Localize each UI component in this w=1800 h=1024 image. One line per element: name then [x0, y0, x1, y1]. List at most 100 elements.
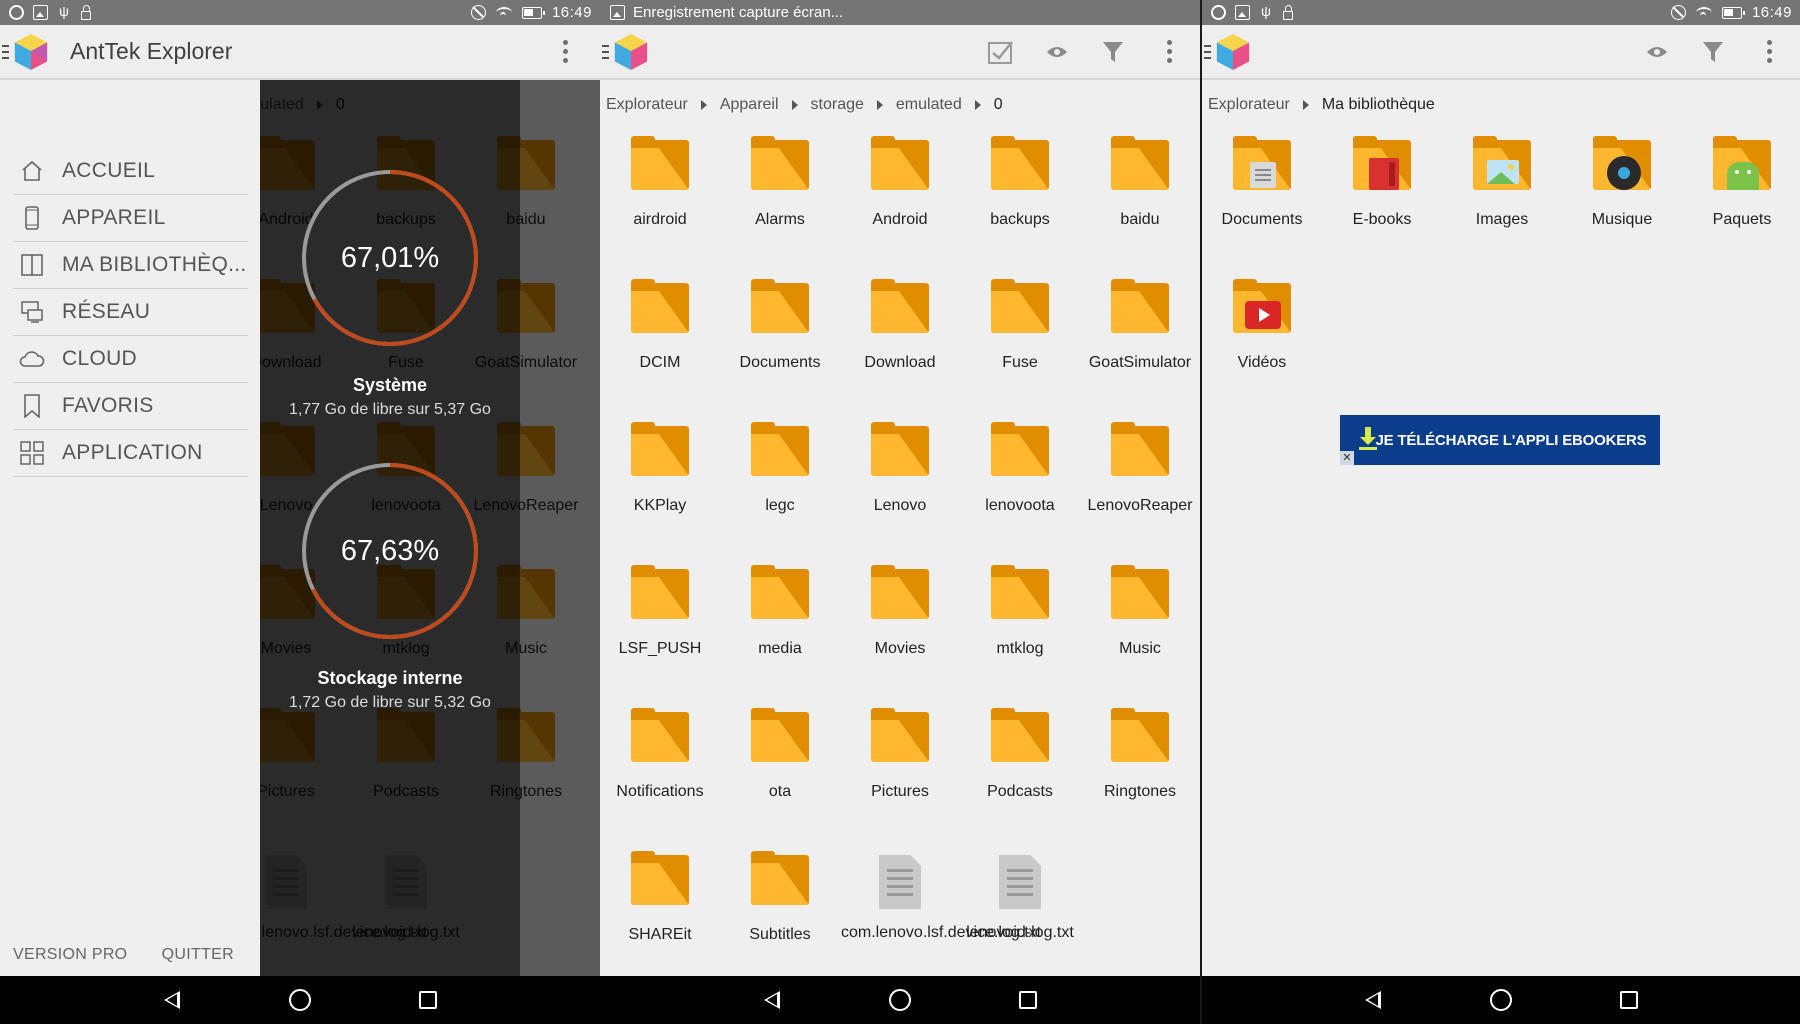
nav-recents-button[interactable] — [364, 991, 492, 1009]
drawer-item-label: ACCUEIL — [62, 159, 156, 182]
storage-internal[interactable]: 67,63% Stockage interne 1,72 Go de libre… — [260, 446, 520, 712]
folder-item[interactable]: legc — [720, 422, 840, 569]
folder-item[interactable]: Fuse — [960, 279, 1080, 426]
folder-item[interactable]: media — [720, 565, 840, 712]
battery-icon — [521, 6, 545, 19]
cloud-icon — [19, 346, 45, 372]
drawer-item-ma-bibliothèq[interactable]: MA BIBLIOTHÈQ... — [13, 242, 248, 289]
version-pro-button[interactable]: VERSION PRO — [13, 946, 127, 964]
folder-item[interactable]: mtklog — [960, 565, 1080, 712]
folder-item[interactable]: Alarms — [720, 136, 840, 283]
ad-banner[interactable]: JE TÉLÉCHARGE L'APPLI EBOOKERS ✕ — [1340, 415, 1660, 465]
quit-button[interactable]: QUITTER — [162, 946, 234, 964]
folder-item[interactable]: KKPlay — [600, 422, 720, 569]
crumb[interactable]: emulated — [896, 96, 962, 114]
drawer-item-application[interactable]: APPLICATION — [13, 430, 248, 477]
item-name: Podcasts — [987, 783, 1053, 800]
nav-recents-button[interactable] — [964, 991, 1092, 1009]
folder-icon — [871, 279, 929, 333]
notification-text: Enregistrement capture écran... — [633, 4, 844, 21]
crumb[interactable]: Explorateur — [606, 96, 688, 114]
nav-recents-button[interactable] — [1565, 991, 1693, 1009]
drawer-item-réseau[interactable]: RÉSEAU — [13, 289, 248, 336]
folder-item[interactable]: Podcasts — [960, 708, 1080, 855]
filter-icon[interactable] — [1698, 37, 1728, 67]
menu-icon[interactable] — [2, 44, 9, 59]
library-item[interactable]: Musique — [1562, 136, 1682, 283]
drawer-item-accueil[interactable]: ACCUEIL — [13, 148, 248, 195]
system-nav-bar — [600, 976, 1200, 1024]
panel-explorer: Enregistrement capture écran... Explorat… — [600, 0, 1200, 1024]
status-time: 16:49 — [551, 4, 592, 21]
folder-item[interactable]: backups — [960, 136, 1080, 283]
folder-item[interactable]: Ringtones — [1080, 708, 1200, 855]
library-item[interactable]: Paquets — [1682, 136, 1800, 283]
folder-item[interactable]: GoatSimulator — [1080, 279, 1200, 426]
storage-name: Stockage interne — [317, 668, 463, 688]
storage-system[interactable]: 67,01% Système 1,77 Go de libre sur 5,37… — [260, 153, 520, 419]
crumb[interactable]: Explorateur — [1208, 96, 1290, 114]
item-name: Fuse — [1002, 354, 1038, 371]
folder-item[interactable]: Documents — [720, 279, 840, 426]
text-file-icon — [879, 855, 921, 909]
drawer-scrim-edge[interactable] — [520, 80, 600, 976]
crumb[interactable]: Appareil — [720, 96, 779, 114]
folder-item[interactable]: Lenovo — [840, 422, 960, 569]
menu-icon[interactable] — [1204, 44, 1211, 59]
crumb[interactable]: 0 — [994, 96, 1003, 114]
folder-item[interactable]: Notifications — [600, 708, 720, 855]
folder-icon — [631, 851, 689, 905]
overflow-menu-icon[interactable] — [550, 37, 580, 67]
library-icon — [19, 252, 45, 278]
library-item[interactable]: Documents — [1202, 136, 1322, 283]
folder-item[interactable]: Android — [840, 136, 960, 283]
select-all-icon[interactable] — [986, 37, 1016, 67]
crumb[interactable]: Ma bibliothèque — [1322, 96, 1435, 114]
overflow-menu-icon[interactable] — [1754, 37, 1784, 67]
library-item[interactable]: Vidéos — [1202, 279, 1322, 426]
library-item[interactable]: Images — [1442, 136, 1562, 283]
drawer-item-appareil[interactable]: APPAREIL — [13, 195, 248, 242]
overflow-menu-icon[interactable] — [1154, 37, 1184, 67]
drawer-item-cloud[interactable]: CLOUD — [13, 336, 248, 383]
folder-item[interactable]: LenovoReaper — [1080, 422, 1200, 569]
folder-item[interactable]: Pictures — [840, 708, 960, 855]
folder-item[interactable]: Music — [1080, 565, 1200, 712]
visibility-icon[interactable] — [1042, 37, 1072, 67]
drawer-item-favoris[interactable]: FAVORIS — [13, 383, 248, 430]
item-name: backups — [990, 211, 1050, 228]
menu-icon[interactable] — [602, 44, 609, 59]
item-name: KKPlay — [633, 497, 687, 514]
item-name: com.lenovo.lsf.device.log.txt — [841, 924, 1042, 941]
nav-back-button[interactable] — [1309, 991, 1437, 1009]
drawer-footer: VERSION PRO QUITTER — [13, 946, 248, 964]
crumb[interactable]: storage — [811, 96, 864, 114]
ad-close-icon[interactable]: ✕ — [1340, 451, 1354, 465]
item-name: lenovoid-log.txt — [966, 924, 1074, 941]
screenshot-notification-icon — [610, 5, 625, 20]
nav-back-button[interactable] — [708, 991, 836, 1009]
nav-home-button[interactable] — [836, 989, 964, 1011]
nav-home-button[interactable] — [236, 989, 364, 1011]
system-nav-bar — [1202, 976, 1800, 1024]
apps-grid-icon — [19, 440, 45, 466]
folder-item[interactable]: Download — [840, 279, 960, 426]
filter-icon[interactable] — [1098, 37, 1128, 67]
folder-item[interactable]: ota — [720, 708, 840, 855]
nav-home-button[interactable] — [1437, 989, 1565, 1011]
folder-item[interactable]: LSF_PUSH — [600, 565, 720, 712]
library-item[interactable]: E-books — [1322, 136, 1442, 283]
nav-back-button[interactable] — [108, 991, 236, 1009]
do-not-disturb-icon — [470, 5, 486, 20]
folder-item[interactable]: baidu — [1080, 136, 1200, 283]
folder-item[interactable]: Movies — [840, 565, 960, 712]
app-logo — [1216, 33, 1250, 70]
drawer-item-label: FAVORIS — [62, 394, 154, 417]
folder-item[interactable]: DCIM — [600, 279, 720, 426]
folder-item[interactable]: lenovoota — [960, 422, 1080, 569]
drawer-item-label: APPAREIL — [62, 206, 166, 229]
visibility-icon[interactable] — [1642, 37, 1672, 67]
folder-item[interactable]: airdroid — [600, 136, 720, 283]
text-file-icon — [999, 855, 1041, 909]
folder-icon — [991, 136, 1049, 190]
